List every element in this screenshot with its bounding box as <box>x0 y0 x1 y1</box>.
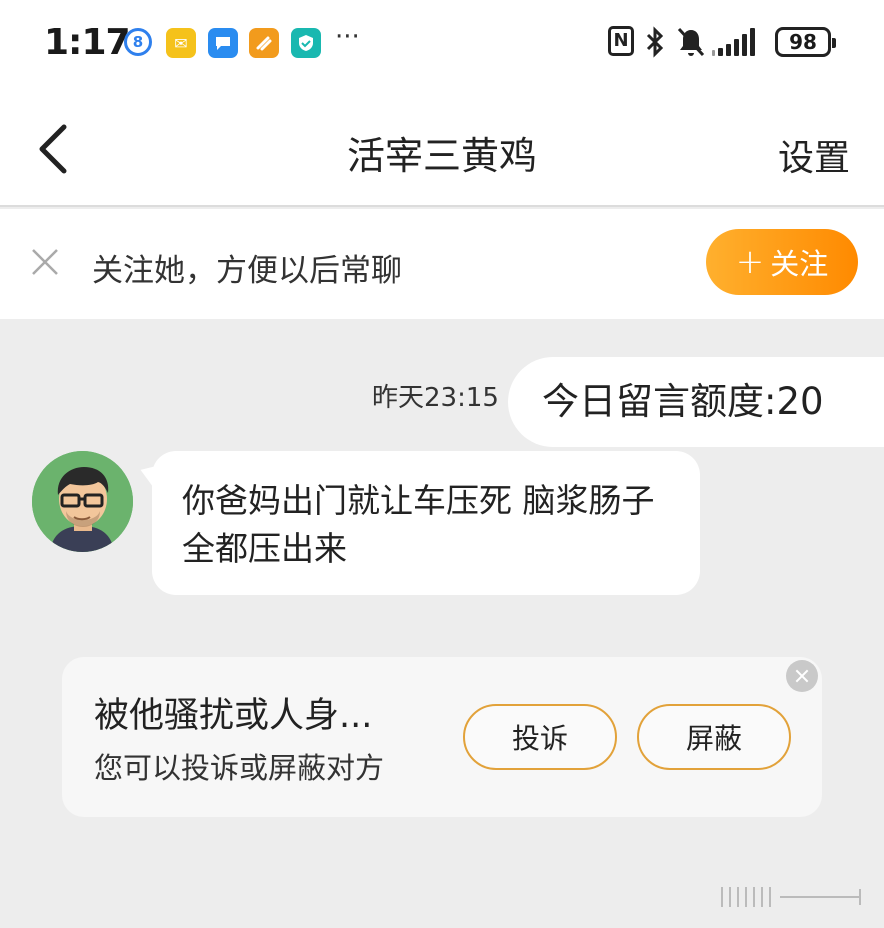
settings-button[interactable]: 设置 <box>778 129 850 181</box>
status-bar: 1:17 8 ✉ ··· N 98 <box>0 0 884 95</box>
app-8-icon: 8 <box>124 28 152 56</box>
chat-header: 活宰三黄鸡 设置 <box>0 95 884 207</box>
follow-banner: 关注她，方便以后常聊 + 关注 <box>0 209 884 319</box>
follow-button-label: 关注 <box>770 247 829 281</box>
bluetooth-icon <box>644 26 666 65</box>
chat-area[interactable]: 昨天23:15 今日留言额度:20 你爸妈出门就让车压死 脑浆肠子全都压出来 被… <box>0 319 884 928</box>
plus-icon: + <box>735 242 765 282</box>
nfc-icon: N <box>608 26 634 56</box>
shield-icon <box>291 28 321 58</box>
close-warning-icon[interactable] <box>786 660 818 692</box>
mail-icon: ✉ <box>166 28 196 58</box>
clock: 1:17 <box>44 22 131 63</box>
incoming-message-text: 你爸妈出门就让车压死 脑浆肠子全都压出来 <box>182 481 655 568</box>
close-icon[interactable] <box>30 247 60 277</box>
back-button[interactable] <box>32 123 76 175</box>
chat-icon <box>208 28 238 58</box>
more-notifications-icon: ··· <box>335 22 360 52</box>
avatar[interactable] <box>32 451 133 552</box>
message-timestamp: 昨天23:15 <box>372 383 499 413</box>
block-button[interactable]: 屏蔽 <box>637 704 791 770</box>
watermark-logo <box>718 883 868 911</box>
incoming-message-bubble[interactable]: 你爸妈出门就让车压死 脑浆肠子全都压出来 <box>152 451 700 595</box>
warning-subtitle: 您可以投诉或屏蔽对方 <box>94 751 385 785</box>
page-title: 活宰三黄鸡 <box>346 134 537 178</box>
mute-bell-icon <box>676 26 706 65</box>
harassment-warning-card: 被他骚扰或人身... 您可以投诉或屏蔽对方 投诉 屏蔽 <box>62 657 822 817</box>
follow-prompt: 关注她，方便以后常聊 <box>92 253 402 289</box>
battery-indicator: 98 <box>775 27 836 57</box>
news-icon <box>249 28 279 58</box>
signal-strength-icon <box>712 28 755 56</box>
follow-button[interactable]: + 关注 <box>706 229 858 295</box>
warning-title: 被他骚扰或人身... <box>94 696 373 736</box>
quota-message-bubble: 今日留言额度:20 <box>508 357 884 447</box>
report-button[interactable]: 投诉 <box>463 704 617 770</box>
